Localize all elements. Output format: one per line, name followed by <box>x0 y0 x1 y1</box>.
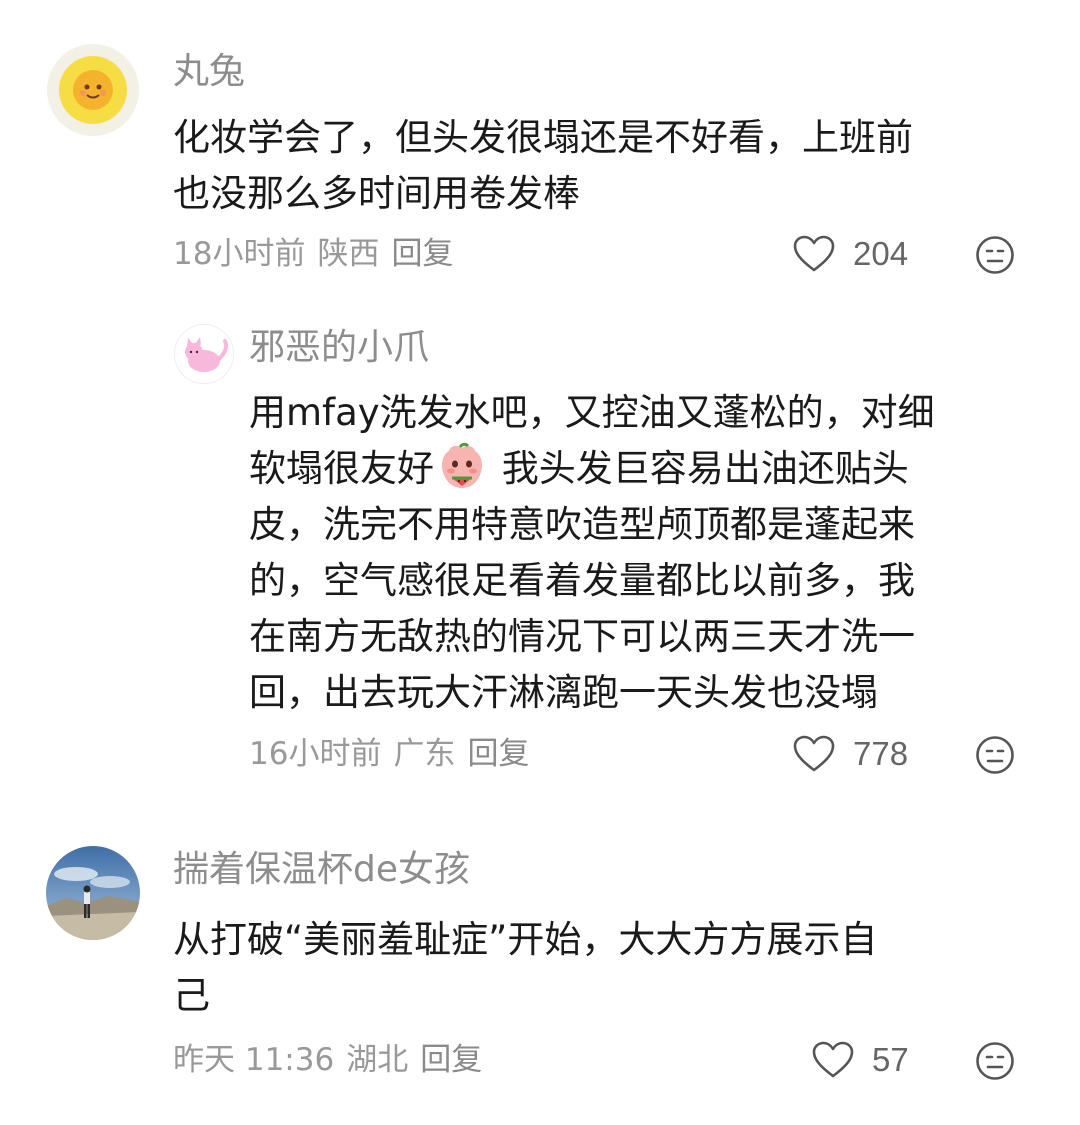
pink-cat-avatar-icon[interactable] <box>174 324 234 384</box>
reply-text-segment: 我头发巨容易出油还贴头 <box>490 447 909 490</box>
comment-meta: 18小时前 陕西 回复 <box>173 234 465 274</box>
like-count: 778 <box>853 735 909 772</box>
comment-text-line: 化妆学会了，但头发很塌还是不好看，上班前 <box>173 116 913 159</box>
landscape-photo-avatar-icon[interactable] <box>46 846 140 940</box>
dislike-button[interactable] <box>975 735 1015 775</box>
sun-avatar-icon[interactable] <box>47 44 139 136</box>
reply-text-line: 在南方无敌热的情况下可以两三天才洗一 <box>249 615 915 658</box>
comment-list: 丸兔 化妆学会了，但头发很塌还是不好看，上班前 也没那么多时间用卷发棒 18小时… <box>0 0 1080 1125</box>
comment-time: 昨天 11:36 <box>173 1042 335 1078</box>
like-button[interactable]: 57 <box>812 1040 909 1080</box>
heart-icon <box>793 235 835 272</box>
like-count: 204 <box>853 235 909 272</box>
reply-text-line: 皮，洗完不用特意吹造型颅顶都是蓬起来 <box>249 503 915 546</box>
comment-username[interactable]: 揣着保温杯de女孩 <box>173 848 470 892</box>
reply-text-line: 回，出去玩大汗淋漓跑一天头发也没塌 <box>249 671 878 714</box>
comment-meta: 昨天 11:36 湖北 回复 <box>173 1040 494 1080</box>
dislike-button[interactable] <box>975 235 1015 275</box>
unhappy-face-icon <box>976 1042 1014 1080</box>
reply-text: 用mfay洗发水吧，又控油又蓬松的，对细 软塌很友好 我头发巨容易出油还贴头 皮… <box>249 385 935 721</box>
reply-time: 16小时前 <box>249 736 382 772</box>
reply-text-line: 用mfay洗发水吧，又控油又蓬松的，对细 <box>249 391 935 434</box>
reply-button[interactable]: 回复 <box>420 1042 482 1078</box>
comment-text: 从打破“美丽羞耻症”开始，大大方方展示自 己 <box>173 912 877 1024</box>
reply-username[interactable]: 邪恶的小爪 <box>249 326 429 370</box>
dislike-button[interactable] <box>975 1041 1015 1081</box>
comment-text-line: 也没那么多时间用卷发棒 <box>173 172 580 215</box>
comment-text-line: 己 <box>173 974 210 1017</box>
comment-location: 陕西 <box>317 236 380 272</box>
like-button[interactable]: 204 <box>793 234 908 274</box>
unhappy-face-icon <box>976 236 1014 274</box>
heart-icon <box>812 1041 854 1078</box>
unhappy-face-icon <box>976 736 1014 774</box>
heart-icon <box>793 735 835 772</box>
reply-location: 广东 <box>393 736 456 772</box>
reply-meta: 16小时前 广东 回复 <box>249 734 541 774</box>
watermelon-peach-emoji-icon <box>438 442 486 490</box>
like-button[interactable]: 778 <box>793 734 908 774</box>
comment-username[interactable]: 丸兔 <box>173 50 245 94</box>
comment-location: 湖北 <box>346 1042 409 1078</box>
comment-text-line: 从打破“美丽羞耻症”开始，大大方方展示自 <box>173 918 878 961</box>
reply-text-segment: 软塌很友好 <box>249 447 434 490</box>
reply-button[interactable]: 回复 <box>391 236 453 272</box>
like-count: 57 <box>872 1041 909 1078</box>
reply-text-line: 软塌很友好 我头发巨容易出油还贴头 <box>249 441 935 497</box>
reply-button[interactable]: 回复 <box>467 736 529 772</box>
comment-text: 化妆学会了，但头发很塌还是不好看，上班前 也没那么多时间用卷发棒 <box>173 110 913 222</box>
comment-time: 18小时前 <box>173 236 306 272</box>
reply-text-line: 的，空气感很足看着发量都比以前多，我 <box>249 559 915 602</box>
